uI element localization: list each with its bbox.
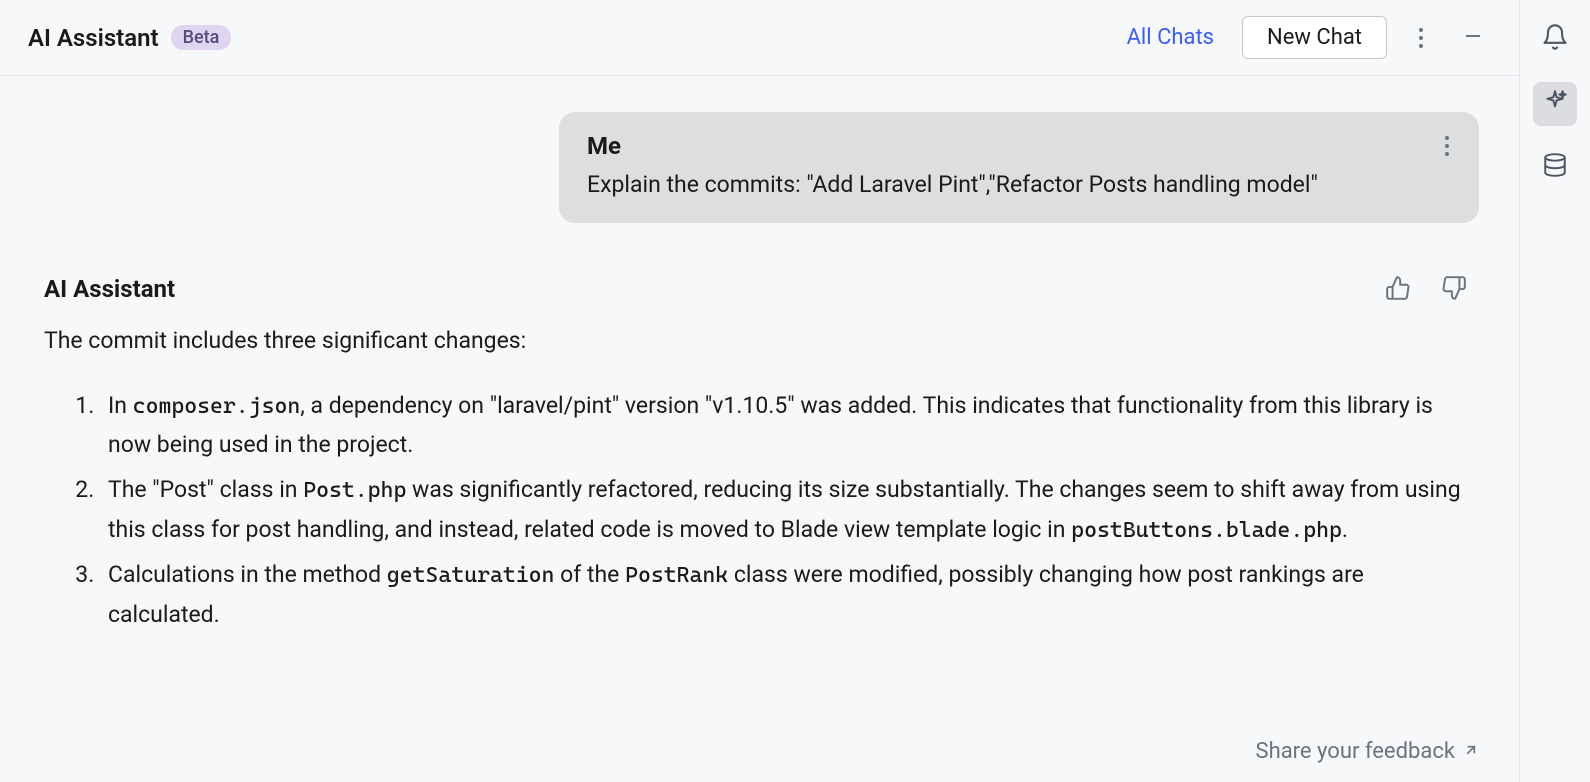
header: AI Assistant Beta All Chats New Chat — [0, 0, 1519, 76]
sparkle-icon — [1542, 88, 1568, 120]
external-link-icon — [1463, 739, 1479, 764]
share-feedback-label: Share your feedback — [1256, 739, 1455, 764]
minimize-icon — [1463, 26, 1483, 49]
list-item: The "Post" class in Post.php was signifi… — [100, 470, 1475, 549]
code-snippet: postButtons.blade.php — [1071, 518, 1342, 543]
feedback-icons — [1377, 267, 1475, 312]
minimize-button[interactable] — [1455, 18, 1491, 57]
feedback-footer: Share your feedback — [0, 721, 1519, 782]
new-chat-button[interactable]: New Chat — [1242, 16, 1387, 59]
more-vertical-icon — [1445, 136, 1449, 156]
code-snippet: composer.json — [133, 394, 301, 419]
list-item: In composer.json, a dependency on "larav… — [100, 386, 1475, 464]
beta-badge: Beta — [171, 25, 232, 50]
share-feedback-link[interactable]: Share your feedback — [1256, 739, 1479, 764]
user-author-label: Me — [587, 132, 621, 160]
user-message-options-button[interactable] — [1443, 134, 1451, 158]
assistant-list: In composer.json, a dependency on "larav… — [44, 386, 1475, 634]
assistant-intro-text: The commit includes three significant ch… — [44, 324, 1475, 359]
notifications-button[interactable] — [1533, 18, 1577, 62]
thumbs-up-button[interactable] — [1377, 267, 1419, 312]
thumbs-down-button[interactable] — [1433, 267, 1475, 312]
assistant-author-label: AI Assistant — [44, 275, 175, 303]
ai-assistant-tab[interactable] — [1533, 82, 1577, 126]
right-sidebar — [1520, 0, 1590, 782]
all-chats-link[interactable]: All Chats — [1127, 25, 1214, 50]
main-panel: AI Assistant Beta All Chats New Chat Me — [0, 0, 1520, 782]
database-icon — [1542, 152, 1568, 184]
database-tab[interactable] — [1533, 146, 1577, 190]
app-title: AI Assistant — [28, 24, 159, 52]
chat-area: Me Explain the commits: "Add Laravel Pin… — [0, 76, 1519, 721]
code-snippet: PostRank — [625, 563, 728, 588]
user-message-text: Explain the commits: "Add Laravel Pint",… — [587, 168, 1451, 203]
user-message: Me Explain the commits: "Add Laravel Pin… — [559, 112, 1479, 223]
code-snippet: getSaturation — [387, 563, 555, 588]
more-options-button[interactable] — [1411, 20, 1431, 56]
list-item: Calculations in the method getSaturation… — [100, 555, 1475, 633]
bell-icon — [1541, 23, 1569, 57]
more-vertical-icon — [1419, 28, 1423, 48]
thumbs-up-icon — [1385, 275, 1411, 304]
code-snippet: Post.php — [303, 478, 406, 503]
thumbs-down-icon — [1441, 275, 1467, 304]
assistant-message: AI Assistant The commit includes three s… — [40, 267, 1479, 634]
